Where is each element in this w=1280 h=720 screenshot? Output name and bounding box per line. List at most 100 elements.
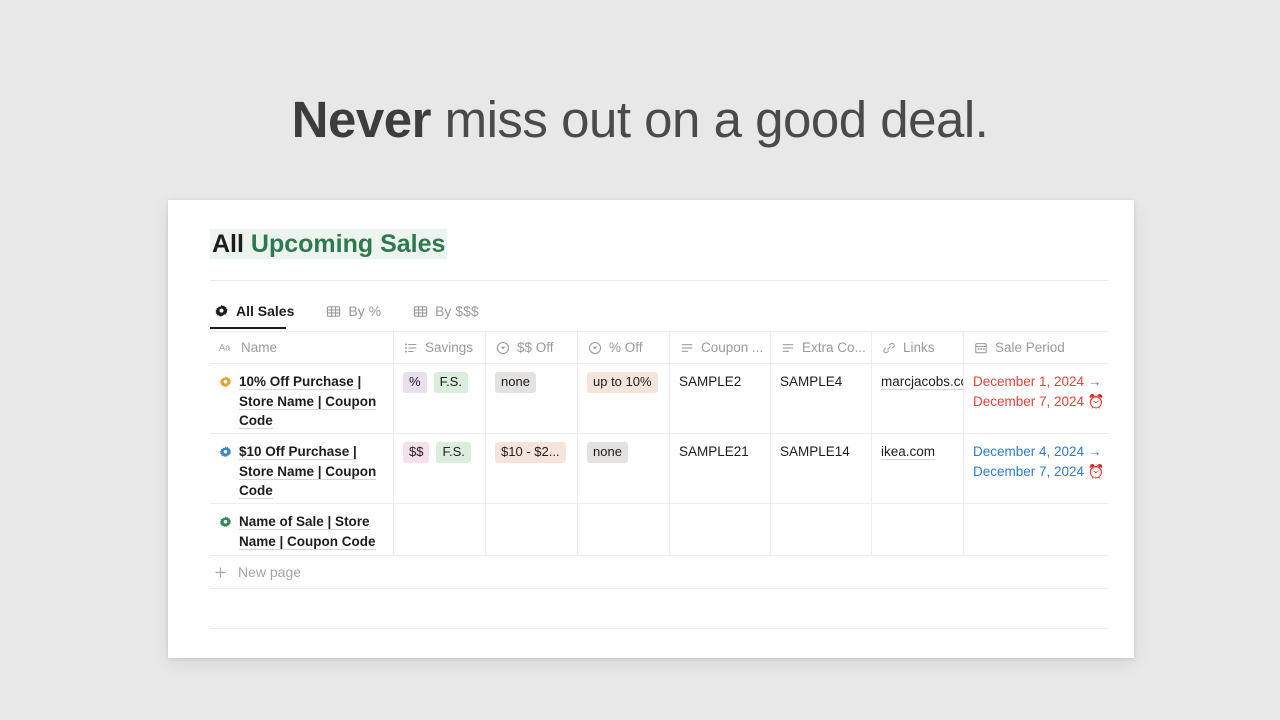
badge-icon — [219, 445, 232, 465]
dollar-off-tag: none — [495, 372, 536, 393]
new-page-label: New page — [238, 564, 302, 580]
cell-sale-period[interactable]: December 4, 2024 → December 7, 2024 ⏰ — [964, 434, 1108, 504]
row-name-text: 10% Off Purchase | Store Name | Coupon C… — [239, 372, 385, 431]
page-title-highlight: All Upcoming Sales — [210, 229, 448, 259]
column-header-sale-period[interactable]: Sale Period — [964, 332, 1108, 364]
cell-name[interactable]: 10% Off Purchase | Store Name | Coupon C… — [210, 364, 394, 434]
title-divider — [210, 280, 1108, 281]
cell-coupon[interactable]: SAMPLE2 — [670, 364, 771, 434]
text-lines-icon — [679, 340, 694, 355]
column-header-links-label: Links — [903, 340, 935, 355]
notion-screenshot-card: All Upcoming Sales All Sales By % By $$$… — [168, 200, 1134, 658]
column-header-links[interactable]: Links — [872, 332, 964, 364]
multiselect-icon — [403, 340, 418, 355]
cell-extra-coupon[interactable] — [771, 504, 872, 556]
column-header-savings[interactable]: Savings — [394, 332, 486, 364]
headline-strong: Never — [291, 91, 432, 148]
tab-by-percent[interactable]: By % — [322, 300, 391, 329]
svg-text:Aa: Aa — [219, 342, 231, 352]
page-headline: Never miss out on a good deal. — [0, 88, 1280, 152]
tab-by-percent-label: By % — [348, 303, 382, 319]
sale-period-end: December 7, 2024 ⏰ — [973, 463, 1105, 479]
dollar-off-tag: $10 - $2... — [495, 442, 566, 463]
aa-text-icon: Aa — [219, 340, 234, 355]
table-row[interactable]: Name of Sale | Store Name | Coupon Code — [210, 504, 1108, 556]
table-row[interactable]: $10 Off Purchase | Store Name | Coupon C… — [210, 434, 1108, 504]
tab-by-dollars-label: By $$$ — [435, 303, 479, 319]
tab-by-dollars[interactable]: By $$$ — [409, 300, 489, 329]
cell-dollar-off[interactable] — [486, 504, 578, 556]
cell-percent-off[interactable] — [578, 504, 670, 556]
link-url[interactable]: ikea.com — [881, 444, 936, 460]
page-title-accent: Upcoming Sales — [250, 230, 446, 258]
column-header-coupon[interactable]: Coupon ... — [670, 332, 771, 364]
cell-dollar-off[interactable]: none — [486, 364, 578, 434]
select-icon — [495, 340, 510, 355]
page-title: All Upcoming Sales — [210, 229, 448, 259]
column-header-percent-off-label: % Off — [609, 340, 643, 355]
table-row[interactable]: 10% Off Purchase | Store Name | Coupon C… — [210, 364, 1108, 434]
cell-extra-coupon[interactable]: SAMPLE14 — [771, 434, 872, 504]
row-name-label: $10 Off Purchase | Store Name | Coupon C… — [239, 444, 377, 499]
sales-table: Aa Name Savings $$ Off % Off Coupon ... … — [210, 332, 1108, 589]
flower-gear-icon — [213, 303, 229, 319]
cell-coupon[interactable] — [670, 504, 771, 556]
table-header-row: Aa Name Savings $$ Off % Off Coupon ... … — [210, 332, 1108, 364]
text-lines-icon — [780, 340, 795, 355]
column-header-extra-coupon[interactable]: Extra Co... — [771, 332, 872, 364]
cell-savings[interactable]: $$ F.S. — [394, 434, 486, 504]
tab-all-sales[interactable]: All Sales — [210, 300, 304, 329]
cell-link[interactable] — [872, 504, 964, 556]
cell-dollar-off[interactable]: $10 - $2... — [486, 434, 578, 504]
cell-percent-off[interactable]: up to 10% — [578, 364, 670, 434]
card-inner: All Upcoming Sales All Sales By % By $$$… — [210, 200, 1108, 658]
column-header-coupon-label: Coupon ... — [701, 340, 764, 355]
badge-icon — [219, 375, 232, 395]
percent-off-tag: up to 10% — [587, 372, 658, 393]
calendar-icon — [973, 340, 988, 355]
savings-tag: % — [403, 372, 427, 393]
sale-period-start: December 1, 2024 → — [973, 374, 1102, 389]
page-title-plain: All — [212, 230, 244, 258]
headline-rest: miss out on a good deal. — [430, 91, 989, 148]
column-header-dollar-off[interactable]: $$ Off — [486, 332, 578, 364]
cell-name[interactable]: Name of Sale | Store Name | Coupon Code — [210, 504, 394, 556]
cell-extra-coupon[interactable]: SAMPLE4 — [771, 364, 872, 434]
tab-all-sales-label: All Sales — [236, 303, 295, 319]
footer-divider — [210, 628, 1108, 629]
table-icon — [325, 303, 341, 319]
percent-off-tag: none — [587, 442, 628, 463]
row-name-text: Name of Sale | Store Name | Coupon Code — [239, 512, 385, 551]
cell-coupon[interactable]: SAMPLE21 — [670, 434, 771, 504]
row-name-label: Name of Sale | Store Name | Coupon Code — [239, 514, 376, 550]
column-header-extra-coupon-label: Extra Co... — [802, 340, 866, 355]
row-name-text: $10 Off Purchase | Store Name | Coupon C… — [239, 442, 385, 501]
sale-period-start: December 4, 2024 → — [973, 444, 1102, 459]
cell-name[interactable]: $10 Off Purchase | Store Name | Coupon C… — [210, 434, 394, 504]
plus-icon — [213, 565, 227, 579]
column-header-savings-label: Savings — [425, 340, 474, 355]
column-header-dollar-off-label: $$ Off — [517, 340, 554, 355]
cell-sale-period[interactable] — [964, 504, 1108, 556]
savings-tag: F.S. — [433, 372, 468, 393]
new-page-button[interactable]: New page — [210, 556, 1108, 589]
cell-sale-period[interactable]: December 1, 2024 → December 7, 2024 ⏰ — [964, 364, 1108, 434]
sale-period-end: December 7, 2024 ⏰ — [973, 393, 1105, 409]
cell-percent-off[interactable]: none — [578, 434, 670, 504]
savings-tag: $$ — [403, 442, 430, 463]
cell-savings[interactable]: % F.S. — [394, 364, 486, 434]
select-icon — [587, 340, 602, 355]
column-header-name-label: Name — [241, 340, 278, 355]
cell-link[interactable]: ikea.com — [872, 434, 964, 504]
view-tabs: All Sales By % By $$$ — [210, 300, 507, 329]
column-header-name[interactable]: Aa Name — [210, 332, 394, 364]
row-name-label: 10% Off Purchase | Store Name | Coupon C… — [239, 374, 377, 429]
table-icon — [412, 303, 428, 319]
savings-tag: F.S. — [436, 442, 471, 463]
link-icon — [881, 340, 896, 355]
cell-savings[interactable] — [394, 504, 486, 556]
link-url[interactable]: marcjacobs.co — [881, 374, 963, 390]
column-header-percent-off[interactable]: % Off — [578, 332, 670, 364]
cell-link[interactable]: marcjacobs.co — [872, 364, 964, 434]
badge-icon — [219, 515, 232, 535]
